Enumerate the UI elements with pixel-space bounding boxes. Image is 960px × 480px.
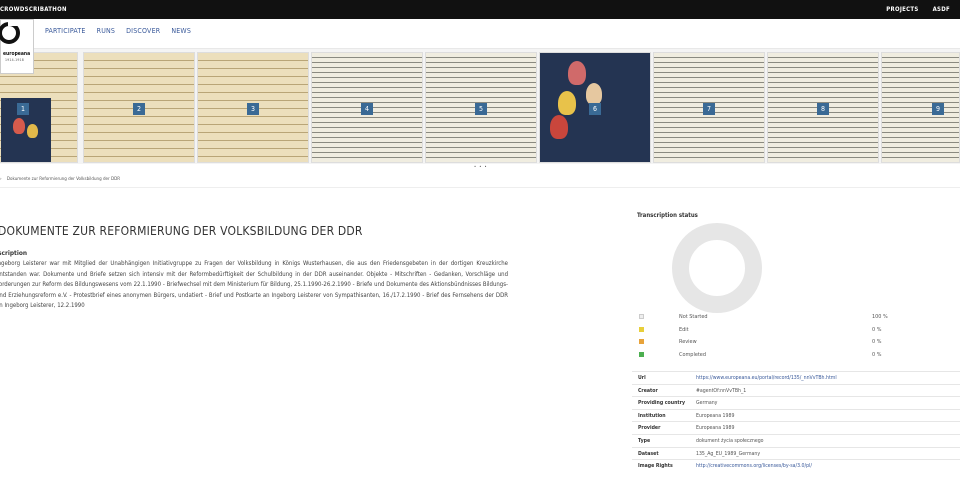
nav-runs[interactable]: RUNS xyxy=(97,27,116,35)
metadata-table: Url https://www.europeana.eu/portal/reco… xyxy=(632,371,960,472)
breadcrumb: › Dokumente zur Reformierung der Volksbi… xyxy=(0,177,120,182)
metadata-row: Provider Europeana 1989 xyxy=(632,421,960,434)
status-swatch xyxy=(639,339,644,345)
user-menu[interactable]: ASDF xyxy=(933,6,950,13)
metadata-key: Image Rights xyxy=(638,463,673,470)
page-number-badge: 1 xyxy=(17,103,29,115)
status-swatch xyxy=(639,351,644,357)
thumbnail-6[interactable]: 6 xyxy=(539,52,651,163)
status-percent: 0 % xyxy=(872,326,882,333)
breadcrumb-current: Dokumente zur Reformierung der Volksbild… xyxy=(6,177,121,182)
metadata-key: Institution xyxy=(638,412,666,419)
metadata-key: Url xyxy=(638,375,646,381)
page-number-badge: 7 xyxy=(703,103,715,115)
image-rights-link[interactable]: http://creativecommons.org/licenses/by-s… xyxy=(696,463,812,469)
thumbnail-3[interactable]: 3 xyxy=(197,52,309,163)
transcription-status-donut-chart xyxy=(672,223,762,313)
page-number-badge: 8 xyxy=(817,103,829,115)
metadata-row: Dataset 135_Ag_EU_1989_Germany xyxy=(632,446,960,460)
metadata-key: Type xyxy=(638,437,651,444)
status-swatch xyxy=(639,314,644,319)
metadata-key: Creator xyxy=(638,387,658,394)
metadata-row: Url https://www.europeana.eu/portal/reco… xyxy=(632,371,960,384)
logo-subtitle: 1914-1918 xyxy=(5,58,24,62)
brand-text: CROWDSCRIBATHON xyxy=(0,6,67,13)
carousel-pager[interactable]: • • • xyxy=(474,164,488,169)
page-number-badge: 4 xyxy=(361,103,373,115)
page-number-badge: 2 xyxy=(133,103,145,115)
metadata-value: dokument życia społecznego xyxy=(696,437,764,444)
metadata-key: Providing country xyxy=(638,400,685,407)
status-swatch xyxy=(639,326,644,332)
metadata-row: Image Rights http://creativecommons.org/… xyxy=(632,459,960,472)
breadcrumb-separator: › xyxy=(0,177,2,182)
nav-discover[interactable]: DISCOVER xyxy=(126,27,160,35)
description-heading: scription xyxy=(0,249,28,257)
page-number-badge: 3 xyxy=(247,103,259,115)
status-label: Completed xyxy=(679,351,706,358)
metadata-value: #agentOf:nnVvTBh_1 xyxy=(696,387,747,394)
document-page-image xyxy=(882,53,959,162)
transcription-status-heading: Transcription status xyxy=(637,212,698,219)
metadata-key: Provider xyxy=(638,425,661,432)
nav-links: PARTICIPATE RUNS DISCOVER NEWS xyxy=(45,27,191,35)
top-bar-menu: PROJECTS ASDF xyxy=(886,6,950,13)
url-link[interactable]: https://www.europeana.eu/portal/record/1… xyxy=(696,375,837,381)
page-number-badge: 5 xyxy=(475,103,487,115)
nav-participate[interactable]: PARTICIPATE xyxy=(45,27,86,35)
breadcrumb-bar xyxy=(0,171,960,188)
story-title: DOKUMENTE ZUR REFORMIERUNG DER VOLKSBILD… xyxy=(0,224,363,238)
metadata-key: Dataset xyxy=(638,450,659,457)
status-row-review: Review 0 % xyxy=(637,338,897,351)
metadata-value: Europeana 1989 xyxy=(696,425,735,432)
europeana-logo[interactable]: europeana 1914-1918 xyxy=(0,19,34,74)
thumbnail-4[interactable]: 4 xyxy=(311,52,423,163)
status-label: Review xyxy=(679,339,697,346)
thumbnail-2[interactable]: 2 xyxy=(83,52,195,163)
status-row-completed: Completed 0 % xyxy=(637,351,897,364)
image-carousel: 1 2 3 4 5 6 7 8 9 xyxy=(0,49,960,164)
metadata-row: Creator #agentOf:nnVvTBh_1 xyxy=(632,383,960,397)
transcription-status-legend: Not Started 100 % Edit 0 % Review 0 % Co… xyxy=(637,313,897,363)
metadata-row: Providing country Germany xyxy=(632,396,960,409)
metadata-value: Germany xyxy=(696,400,718,407)
page-number-badge: 9 xyxy=(932,103,944,115)
status-percent: 0 % xyxy=(872,339,882,346)
story-description: Ingeborg Leisterer war mit Mitglied der … xyxy=(0,260,508,309)
thumbnail-8[interactable]: 8 xyxy=(767,52,879,163)
thumbnail-9[interactable]: 9 xyxy=(881,52,960,163)
nav-news[interactable]: NEWS xyxy=(171,27,191,35)
thumbnail-5[interactable]: 5 xyxy=(425,52,537,163)
status-label: Edit xyxy=(679,326,689,333)
metadata-value: Europeana 1989 xyxy=(696,412,735,419)
status-label: Not Started xyxy=(679,314,708,320)
page-number-badge: 6 xyxy=(589,103,601,115)
thumbnail-7[interactable]: 7 xyxy=(653,52,765,163)
top-bar: CROWDSCRIBATHON PROJECTS ASDF xyxy=(0,0,960,19)
logo-wordmark: europeana xyxy=(3,51,31,57)
status-percent: 0 % xyxy=(872,351,882,358)
metadata-row: Institution Europeana 1989 xyxy=(632,408,960,422)
logo-mark-icon xyxy=(0,20,20,44)
status-percent: 100 % xyxy=(872,314,888,320)
status-row-edit: Edit 0 % xyxy=(637,326,897,339)
metadata-row: Type dokument życia społecznego xyxy=(632,433,960,447)
projects-link[interactable]: PROJECTS xyxy=(886,6,918,13)
metadata-value: 135_Ag_EU_1989_Germany xyxy=(696,450,761,457)
status-row-not-started: Not Started 100 % xyxy=(637,313,897,326)
